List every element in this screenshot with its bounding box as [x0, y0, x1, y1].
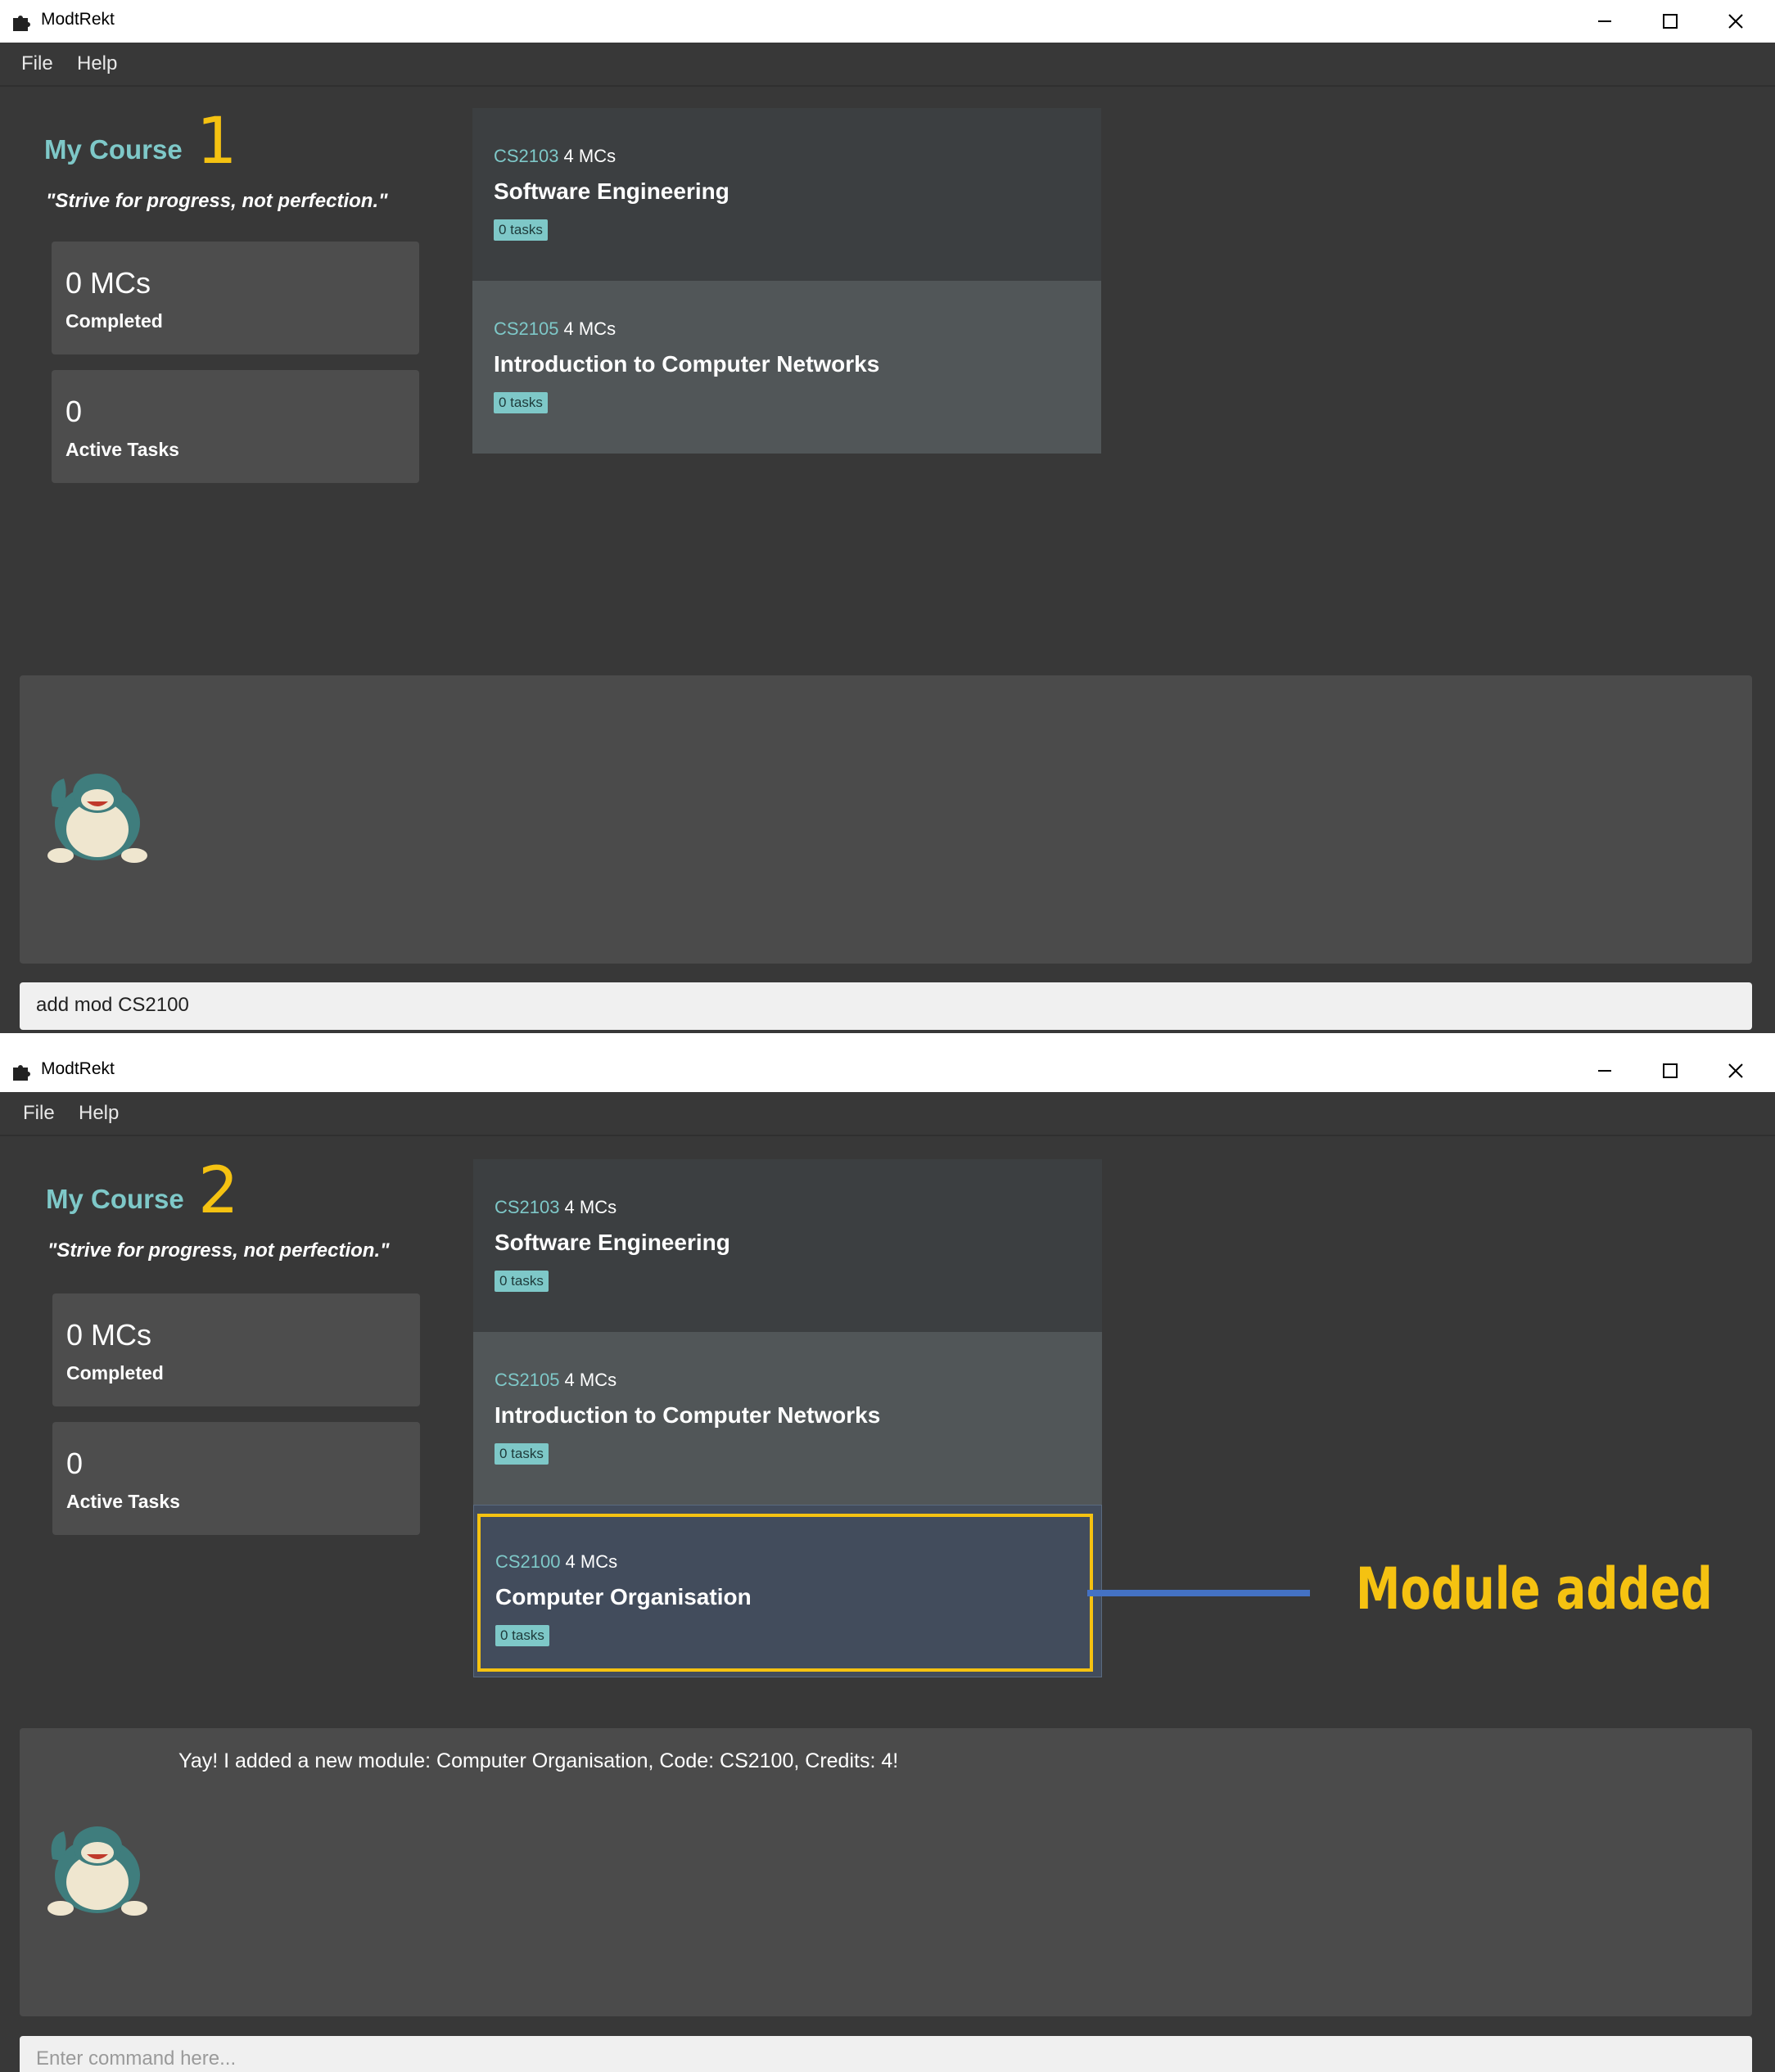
module-mcs: 4 MCs — [564, 1370, 617, 1390]
command-input[interactable]: Enter command here... — [20, 2036, 1752, 2072]
module-name: Introduction to Computer Networks — [494, 351, 880, 377]
minimize-icon — [1598, 1070, 1611, 1072]
minimize-button[interactable] — [1572, 0, 1637, 43]
result-display — [20, 675, 1752, 964]
module-card[interactable]: CS2105 4 MCs Introduction to Computer Net… — [472, 281, 1101, 454]
menu-help[interactable]: Help — [77, 52, 117, 75]
module-code: CS2105 — [494, 318, 559, 339]
mcs-completed-label: Completed — [66, 1362, 164, 1384]
close-button[interactable] — [1703, 1050, 1768, 1092]
title-bar[interactable]: ModtRekt — [0, 0, 1775, 43]
mcs-completed-label: Completed — [65, 310, 163, 332]
maximize-icon — [1663, 1063, 1678, 1078]
puzzle-piece-icon — [13, 16, 30, 31]
module-code: CS2103 — [494, 146, 559, 166]
module-name: Introduction to Computer Networks — [495, 1402, 881, 1428]
motivational-quote: "Strive for progress, not perfection." — [47, 1239, 390, 1262]
active-tasks-value: 0 — [66, 1447, 84, 1480]
mcs-completed-value: 0 MCs — [66, 1318, 152, 1352]
step-number: 1 — [196, 105, 237, 178]
module-code: CS2103 — [495, 1197, 560, 1217]
step-number: 2 — [198, 1154, 239, 1228]
menu-bar: File Help — [0, 43, 1775, 87]
module-mcs: 4 MCs — [564, 1197, 617, 1217]
maximize-icon — [1663, 14, 1678, 29]
course-title: My Course — [46, 1184, 184, 1214]
module-card[interactable]: CS2105 4 MCs Introduction to Computer Net… — [473, 1332, 1102, 1505]
module-list: CS2103 4 MCs Software Engineering 0 tasks… — [472, 108, 1101, 454]
module-tasks-badge: 0 tasks — [495, 1271, 549, 1292]
module-tasks-badge: 0 tasks — [494, 219, 548, 241]
snorlax-mascot-icon — [47, 774, 147, 863]
module-code: CS2105 — [495, 1370, 560, 1390]
module-added-annotation: Module added — [1356, 1555, 1713, 1623]
title-bar[interactable]: ModtRekt — [0, 1050, 1775, 1092]
module-code-line: CS2103 4 MCs — [494, 146, 616, 167]
minimize-button[interactable] — [1572, 1050, 1637, 1092]
result-message: Yay! I added a new module: Computer Orga… — [178, 1749, 899, 1772]
active-tasks-value: 0 — [65, 395, 83, 428]
puzzle-piece-icon — [13, 1065, 30, 1081]
module-code-line: CS2105 4 MCs — [494, 318, 616, 340]
module-tasks-badge: 0 tasks — [495, 1625, 549, 1646]
app-title: ModtRekt — [41, 1059, 115, 1078]
mcs-completed-card: 0 MCs Completed — [52, 242, 419, 354]
close-button[interactable] — [1703, 0, 1768, 43]
close-icon — [1728, 1063, 1743, 1078]
module-list: CS2103 4 MCs Software Engineering 0 tasks… — [473, 1159, 1102, 1677]
app-window-1: ModtRekt File Help My Course 1 "Strive f… — [0, 0, 1775, 1033]
module-name: Software Engineering — [494, 178, 729, 204]
active-tasks-card: 0 Active Tasks — [52, 370, 419, 483]
maximize-button[interactable] — [1637, 1050, 1703, 1092]
module-code: CS2100 — [495, 1551, 561, 1572]
active-tasks-card: 0 Active Tasks — [52, 1422, 420, 1535]
annotation-connector-line — [1087, 1590, 1310, 1596]
module-card[interactable]: CS2103 4 MCs Software Engineering 0 tasks — [472, 108, 1101, 281]
maximize-button[interactable] — [1637, 0, 1703, 43]
mcs-completed-value: 0 MCs — [65, 266, 151, 300]
app-title: ModtRekt — [41, 10, 115, 29]
module-card[interactable]: CS2103 4 MCs Software Engineering 0 tasks — [473, 1159, 1102, 1332]
result-display: Yay! I added a new module: Computer Orga… — [20, 1728, 1752, 2016]
module-tasks-badge: 0 tasks — [495, 1443, 549, 1465]
close-icon — [1728, 14, 1743, 29]
menu-help[interactable]: Help — [79, 1102, 119, 1125]
menu-bar: File Help — [0, 1092, 1775, 1136]
module-code-line: CS2100 4 MCs — [495, 1551, 617, 1573]
module-tasks-badge: 0 tasks — [494, 392, 548, 413]
motivational-quote: "Strive for progress, not perfection." — [46, 190, 388, 212]
course-title: My Course — [44, 134, 183, 165]
module-card-selected[interactable]: CS2100 4 MCs Computer Organisation 0 task… — [473, 1505, 1102, 1677]
module-code-line: CS2103 4 MCs — [495, 1197, 617, 1218]
module-mcs: 4 MCs — [565, 1551, 618, 1572]
module-name: Computer Organisation — [495, 1584, 752, 1609]
mcs-completed-card: 0 MCs Completed — [52, 1293, 420, 1406]
snorlax-mascot-icon — [47, 1826, 147, 1916]
module-mcs: 4 MCs — [563, 318, 617, 339]
minimize-icon — [1598, 20, 1611, 22]
module-mcs: 4 MCs — [563, 146, 617, 166]
active-tasks-label: Active Tasks — [65, 439, 179, 460]
menu-file[interactable]: File — [23, 1102, 55, 1125]
module-code-line: CS2105 4 MCs — [495, 1370, 617, 1391]
menu-file[interactable]: File — [21, 52, 53, 75]
active-tasks-label: Active Tasks — [66, 1491, 180, 1512]
command-input[interactable]: add mod CS2100 — [20, 982, 1752, 1030]
module-name: Software Engineering — [495, 1230, 730, 1255]
